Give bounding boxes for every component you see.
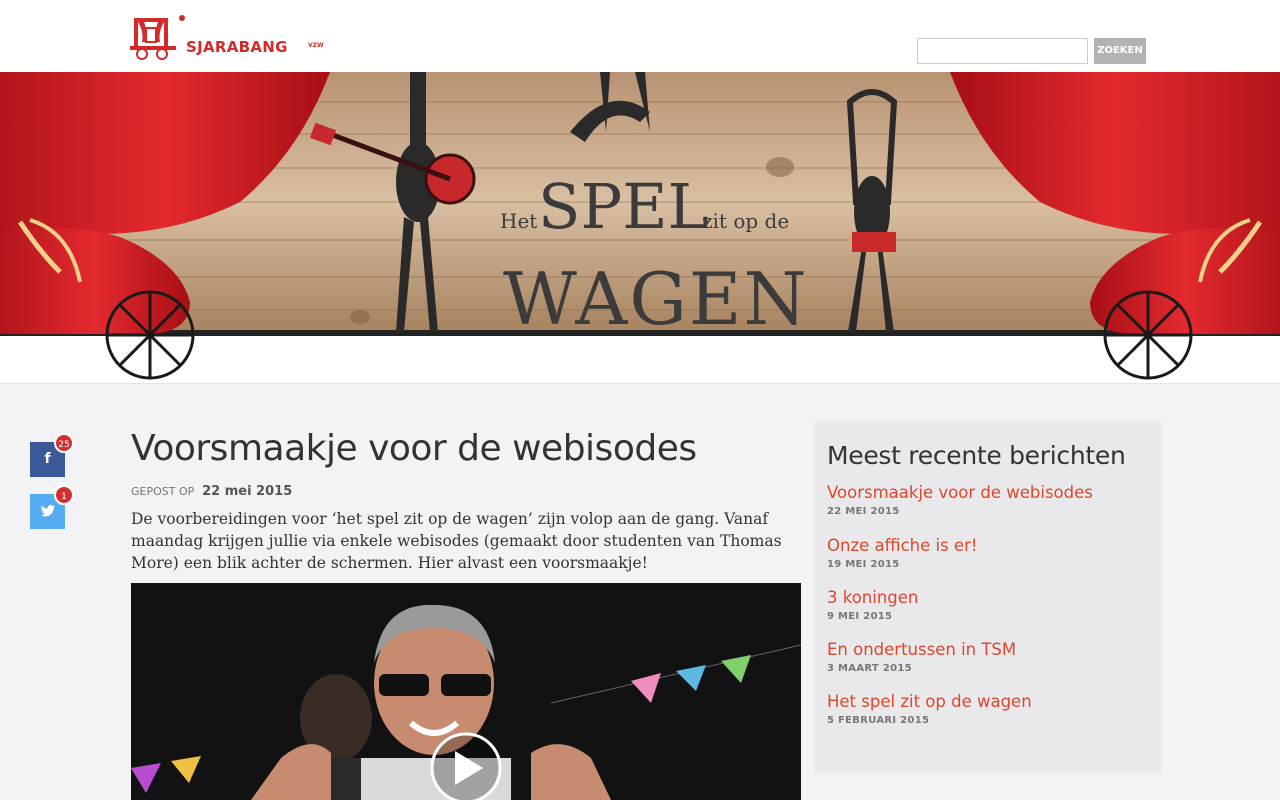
brand-name: SJARABANG bbox=[186, 38, 288, 56]
recent-post-item: Onze affiche is er! 19 MEI 2015 bbox=[827, 536, 977, 570]
recent-post-item: 3 koningen 9 MEI 2015 bbox=[827, 588, 918, 622]
wagon-logo-icon bbox=[130, 15, 185, 60]
brand-suffix: VZW bbox=[308, 42, 324, 49]
video-player[interactable] bbox=[131, 583, 801, 800]
banner-text-zit-op-de: zit op de bbox=[702, 209, 789, 233]
recent-post-item: En ondertussen in TSM 3 MAART 2015 bbox=[827, 640, 1016, 674]
recent-post-link[interactable]: Het spel zit op de wagen bbox=[827, 692, 1032, 711]
search-button[interactable]: ZOEKEN bbox=[1094, 38, 1146, 64]
recent-post-link[interactable]: Onze affiche is er! bbox=[827, 536, 977, 555]
banner-text-het: Het bbox=[500, 209, 537, 233]
twitter-icon bbox=[40, 505, 55, 517]
banner-text-spel: SPEL bbox=[538, 170, 709, 243]
facebook-icon: f bbox=[44, 451, 51, 467]
recent-posts-widget: Meest recente berichten Voorsmaakje voor… bbox=[814, 421, 1162, 773]
recent-posts-title: Meest recente berichten bbox=[827, 441, 1126, 470]
recent-post-date: 9 MEI 2015 bbox=[827, 611, 893, 622]
post-meta: GEPOST OP 22 mei 2015 bbox=[131, 484, 292, 499]
recent-post-link[interactable]: En ondertussen in TSM bbox=[827, 640, 1016, 659]
post-date: 22 mei 2015 bbox=[202, 484, 293, 499]
site-logo[interactable]: SJARABANG VZW bbox=[130, 12, 330, 62]
post-meta-label: GEPOST OP bbox=[131, 485, 195, 498]
search-input[interactable] bbox=[917, 38, 1088, 64]
banner-illustration: Het SPEL zit op de WAGEN bbox=[0, 72, 1280, 383]
site-header: SJARABANG VZW ZOEKEN bbox=[0, 0, 1280, 72]
recent-post-date: 3 MAART 2015 bbox=[827, 663, 912, 674]
recent-post-link[interactable]: Voorsmaakje voor de webisodes bbox=[827, 483, 1093, 502]
recent-post-item: Voorsmaakje voor de webisodes 22 MEI 201… bbox=[827, 483, 1093, 517]
post-body: De voorbereidingen voor ‘het spel zit op… bbox=[131, 510, 782, 572]
recent-post-date: 5 FEBRUARI 2015 bbox=[827, 715, 930, 726]
hero-banner: Het SPEL zit op de WAGEN bbox=[0, 72, 1280, 384]
twitter-share-count: 1 bbox=[54, 485, 74, 505]
video-thumbnail bbox=[131, 583, 801, 800]
recent-post-item: Het spel zit op de wagen 5 FEBRUARI 2015 bbox=[827, 692, 1032, 726]
banner-text-wagen: WAGEN bbox=[503, 257, 809, 341]
recent-post-date: 19 MEI 2015 bbox=[827, 559, 900, 570]
post-title: Voorsmaakje voor de webisodes bbox=[131, 428, 697, 469]
facebook-share-count: 25 bbox=[54, 433, 74, 453]
recent-post-date: 22 MEI 2015 bbox=[827, 506, 900, 517]
recent-post-link[interactable]: 3 koningen bbox=[827, 588, 918, 607]
